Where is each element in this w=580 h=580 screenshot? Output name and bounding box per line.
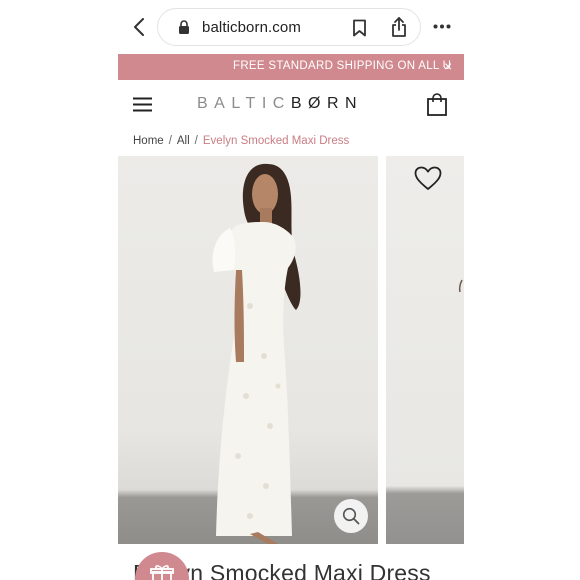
more-icon[interactable] [433,24,451,29]
close-icon[interactable]: × [444,59,452,73]
browser-toolbar: balticborn.com [118,0,464,54]
brand-logo[interactable]: BALTICBØRN [197,95,363,113]
breadcrumb-separator: / [168,135,172,147]
promo-text: FREE STANDARD SHIPPING ON ALL U [233,60,452,72]
menu-icon[interactable] [133,97,152,112]
site-header: BALTICBØRN [118,80,464,130]
zoom-button[interactable] [334,499,368,533]
next-photo-hint [458,279,463,293]
back-button[interactable] [128,15,150,39]
product-gallery[interactable] [118,156,464,544]
mobile-screen: balticborn.com FREE STANDARD SHIPPING ON… [118,0,464,580]
breadcrumb-home[interactable]: Home [133,135,164,147]
lock-icon [179,20,189,34]
search-icon [342,507,360,525]
breadcrumb-separator: / [194,135,198,147]
breadcrumb: Home / All / Evelyn Smocked Maxi Dress [133,135,349,147]
logo-part-born: BØRN [290,95,364,112]
logo-part-baltic: BALTIC [197,95,291,112]
wishlist-heart-icon[interactable] [414,166,442,191]
url-text: balticborn.com [202,19,301,36]
gift-icon [150,565,174,580]
address-bar[interactable]: balticborn.com [157,8,421,46]
back-icon [134,18,144,36]
model-illustration [212,163,301,544]
bookmark-icon[interactable] [352,19,367,37]
product-photo-next[interactable] [386,156,464,544]
rewards-button[interactable] [135,552,189,580]
product-photo-main[interactable] [118,156,378,544]
breadcrumb-all[interactable]: All [177,135,190,147]
share-icon[interactable] [390,17,408,38]
shopping-bag-icon[interactable] [427,93,447,116]
promo-banner: FREE STANDARD SHIPPING ON ALL U × [118,54,464,80]
breadcrumb-current: Evelyn Smocked Maxi Dress [202,135,350,147]
